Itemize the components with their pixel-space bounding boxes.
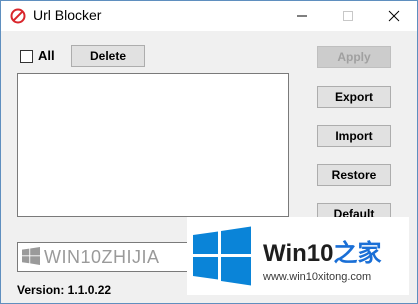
windows-logo-icon — [193, 226, 251, 286]
version-label: Version: 1.1.0.22 — [17, 283, 112, 297]
close-button[interactable] — [371, 1, 417, 31]
watermark-badge: Win10之家 www.win10xitong.com — [187, 217, 409, 295]
windows-logo-icon — [22, 247, 40, 265]
all-checkbox[interactable] — [20, 50, 33, 63]
minimize-icon — [297, 15, 307, 17]
url-list[interactable] — [17, 73, 289, 217]
watermark-brand-accent: 之家 — [333, 240, 382, 267]
watermark-brand: Win10之家 — [263, 233, 381, 268]
apply-button[interactable]: Apply — [317, 46, 391, 68]
title-bar[interactable]: Url Blocker — [1, 1, 417, 31]
all-checkbox-label[interactable]: All — [38, 48, 55, 63]
restore-button[interactable]: Restore — [317, 164, 391, 186]
export-button[interactable]: Export — [317, 86, 391, 108]
url-input[interactable]: WIN10ZHIJIA — [17, 242, 190, 272]
app-window: Url Blocker All Delete Apply Export Impo… — [0, 0, 418, 304]
minimize-button[interactable] — [279, 1, 325, 31]
window-title: Url Blocker — [33, 7, 102, 23]
import-button[interactable]: Import — [317, 125, 391, 147]
close-icon — [388, 10, 400, 22]
delete-button[interactable]: Delete — [71, 45, 145, 67]
maximize-button[interactable] — [325, 1, 371, 31]
watermark-brand-main: Win10 — [263, 240, 334, 267]
url-input-value: WIN10ZHIJIA — [44, 247, 160, 267]
watermark-url: www.win10xitong.com — [263, 271, 372, 283]
block-icon — [10, 8, 26, 24]
maximize-icon — [343, 11, 353, 21]
